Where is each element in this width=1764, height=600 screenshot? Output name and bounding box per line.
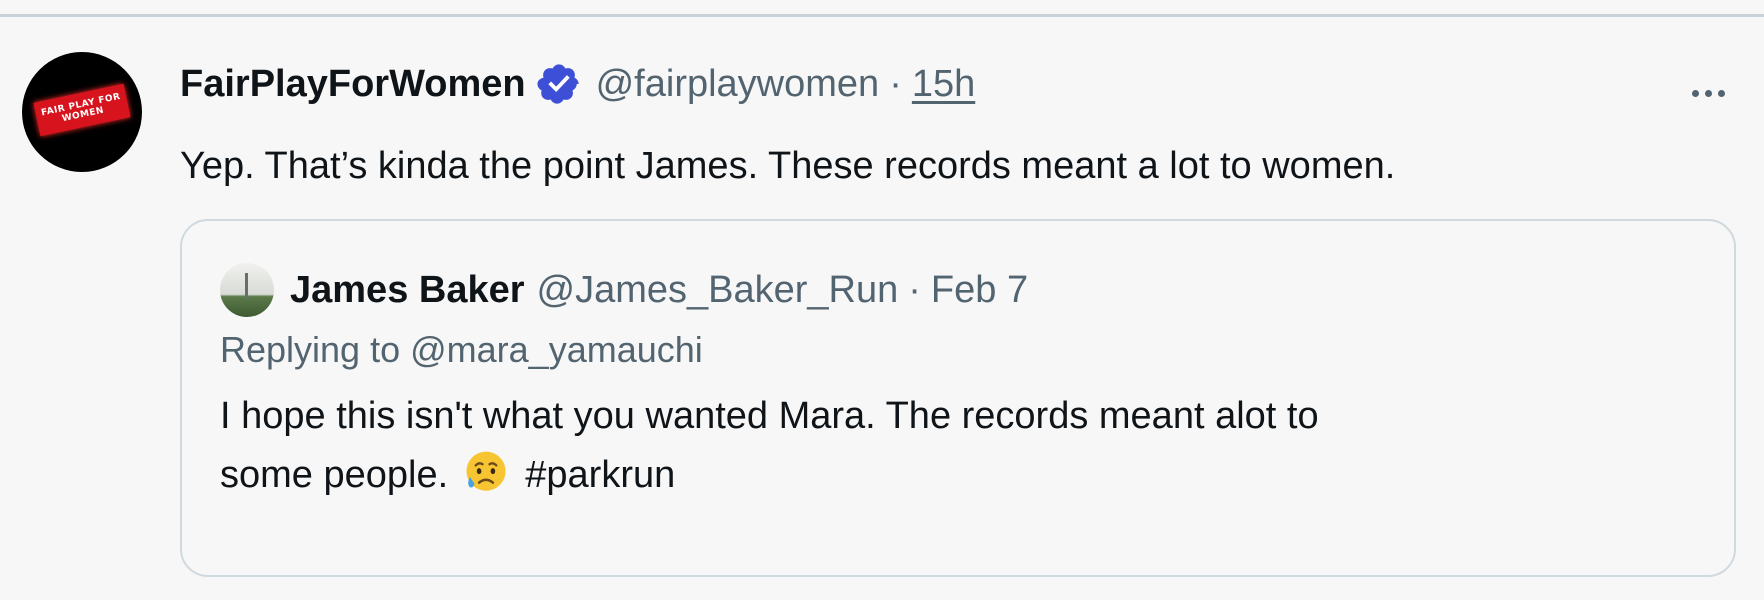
quoted-text-segment: some people. (220, 454, 449, 496)
tweet-text: Yep. That’s kinda the point James. These… (180, 145, 1396, 187)
separator-dot: · (889, 62, 902, 105)
quoted-date[interactable]: Feb 7 (931, 269, 1028, 312)
quoted-tweet-text: I hope this isn't what you wanted Mara. … (220, 387, 1620, 505)
user-avatar[interactable] (220, 263, 274, 317)
quoted-tweet-header: James Baker @James_Baker_Run · Feb 7 (220, 263, 1028, 317)
verified-badge-icon (537, 64, 579, 104)
avatar-detail (245, 273, 248, 299)
more-options-dot (1717, 89, 1725, 97)
fair-play-for-women-logo: FAIR PLAY FOR WOMEN (33, 83, 131, 137)
sad-but-relieved-face-icon (466, 451, 506, 491)
timestamp-link[interactable]: 15h (912, 63, 975, 106)
more-options-dot (1704, 89, 1712, 97)
quoted-text-line-2: some people. #parkrun (220, 446, 1620, 505)
tweet-header: FairPlayForWomen @fairplaywomen · 15h (180, 59, 975, 109)
more-options-button[interactable] (1683, 81, 1733, 105)
hashtag-link[interactable]: #parkrun (525, 454, 675, 496)
quoted-tweet[interactable]: James Baker @James_Baker_Run · Feb 7 Rep… (180, 219, 1736, 577)
avatar[interactable]: FAIR PLAY FOR WOMEN (22, 52, 142, 172)
quoted-display-name[interactable]: James Baker (290, 269, 525, 312)
more-options-icon (1691, 89, 1699, 97)
tweet-card[interactable]: FAIR PLAY FOR WOMEN FairPlayForWomen @fa… (0, 17, 1764, 600)
quoted-user-handle[interactable]: @James_Baker_Run (537, 269, 899, 312)
replying-to[interactable]: Replying to @mara_yamauchi (220, 329, 703, 371)
user-handle[interactable]: @fairplaywomen (596, 63, 880, 106)
separator-dot: · (908, 268, 921, 311)
avatar-logo-text: FAIR PLAY FOR WOMEN (40, 91, 122, 125)
display-name[interactable]: FairPlayForWomen (180, 63, 526, 106)
quoted-text-line-1: I hope this isn't what you wanted Mara. … (220, 395, 1319, 437)
